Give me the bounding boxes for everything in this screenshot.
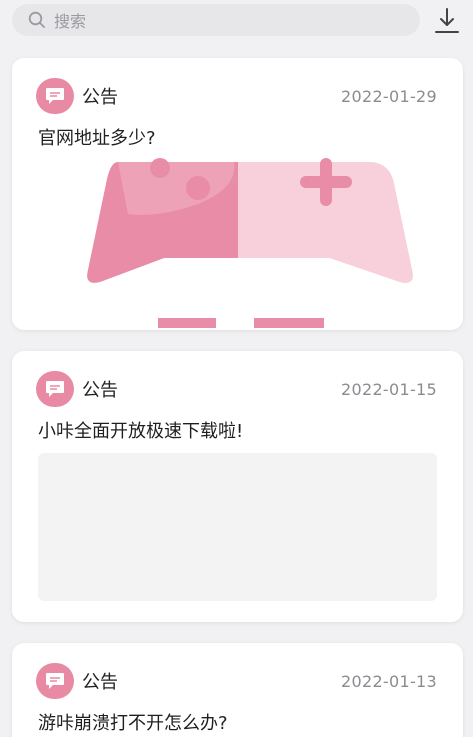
announcement-card[interactable]: 公告 2022-01-15 小咔全面开放极速下载啦! bbox=[12, 351, 463, 622]
message-bubble-icon bbox=[36, 78, 74, 114]
post-date: 2022-01-15 bbox=[341, 379, 437, 399]
message-bubble-icon bbox=[36, 371, 74, 407]
download-icon[interactable] bbox=[432, 6, 462, 36]
post-tag: 公告 bbox=[82, 87, 118, 108]
post-title: 小咔全面开放极速下载啦! bbox=[38, 421, 244, 442]
message-bubble-icon bbox=[36, 663, 74, 699]
card-header: 公告 2022-01-29 bbox=[36, 78, 437, 114]
announcement-card[interactable]: 公告 2022-01-29 官网地址多少? bbox=[12, 58, 463, 330]
post-date: 2022-01-29 bbox=[341, 86, 437, 106]
card-header: 公告 2022-01-15 bbox=[36, 371, 437, 407]
post-date: 2022-01-13 bbox=[341, 671, 437, 691]
announcement-card[interactable]: 公告 2022-01-13 游咔崩溃打不开怎么办? bbox=[12, 643, 463, 737]
search-icon bbox=[28, 11, 45, 28]
post-tag: 公告 bbox=[82, 672, 118, 693]
search-placeholder: 搜索 bbox=[54, 12, 87, 31]
post-image-placeholder bbox=[38, 453, 437, 601]
post-title: 官网地址多少? bbox=[38, 128, 156, 149]
card-header: 公告 2022-01-13 bbox=[36, 663, 437, 699]
top-bar: 搜索 bbox=[0, 0, 473, 44]
post-title: 游咔崩溃打不开怎么办? bbox=[38, 713, 228, 734]
game-controller-illustration bbox=[38, 158, 437, 330]
search-bar[interactable]: 搜索 bbox=[12, 4, 420, 36]
post-tag: 公告 bbox=[82, 380, 118, 401]
